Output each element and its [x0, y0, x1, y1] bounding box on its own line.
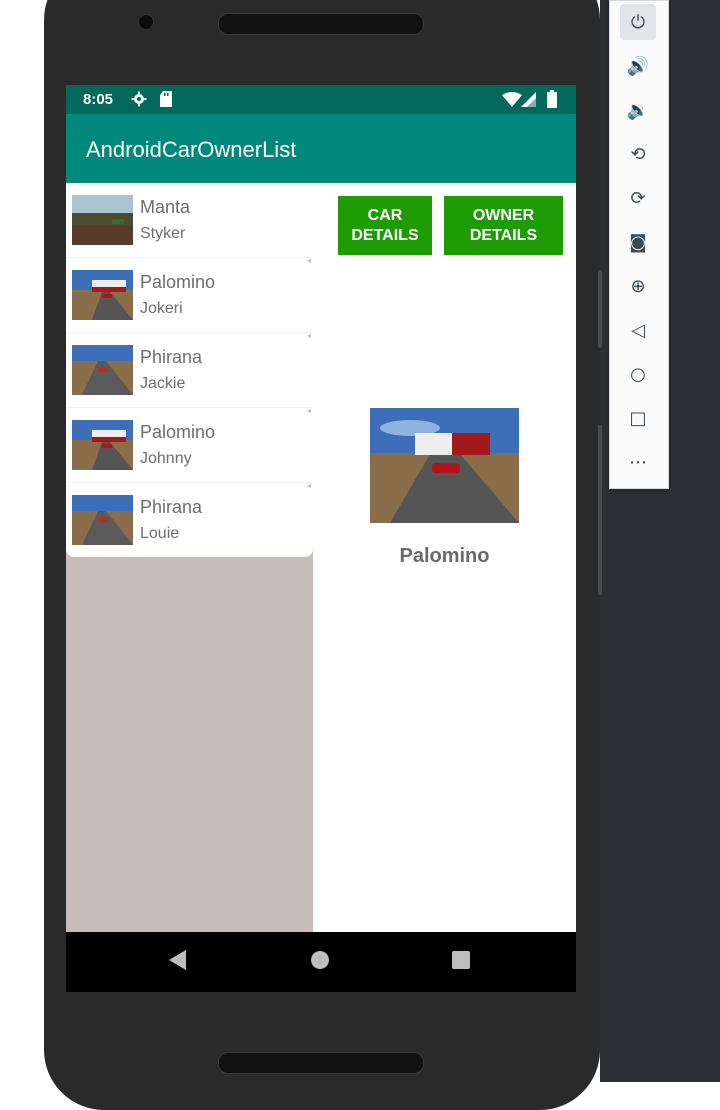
car-details-button[interactable]: CAR DETAILS	[338, 196, 432, 255]
detail-pane: CAR DETAILS OWNER DETAILS Palomino	[313, 183, 576, 932]
app-bar: AndroidCarOwnerList	[66, 114, 576, 183]
owner-name: Johnny	[140, 450, 192, 467]
status-bar: 8:05	[66, 85, 576, 114]
divider-marker: ◂	[306, 406, 311, 415]
owner-name: Styker	[140, 225, 186, 242]
rotate-left-icon[interactable]: ⟲	[620, 136, 656, 172]
battery-icon	[547, 90, 557, 108]
car-name: Phirana	[140, 497, 203, 517]
phone-side-button	[598, 425, 602, 595]
owner-details-button[interactable]: OWNER DETAILS	[444, 196, 563, 255]
owner-name: Louie	[140, 525, 180, 542]
car-thumbnail	[72, 270, 133, 320]
list-item[interactable]: ◂ Phirana Louie	[66, 481, 313, 557]
nav-home-icon[interactable]	[311, 951, 329, 969]
car-list-pane: Manta Styker ◂ Palomino Jokeri ◂ Phirana…	[66, 183, 313, 932]
overview-icon[interactable]: □	[620, 400, 656, 436]
list-item[interactable]: ◂ Palomino Johnny	[66, 406, 313, 483]
divider-marker: ◂	[306, 331, 311, 340]
nav-back-icon[interactable]	[169, 950, 186, 970]
bottom-speaker	[218, 1052, 424, 1074]
list-item[interactable]: ◂ Palomino Jokeri	[66, 256, 313, 333]
status-time: 8:05	[83, 91, 114, 108]
home-icon[interactable]: ○	[620, 356, 656, 392]
detail-car-name: Palomino	[399, 545, 490, 567]
signal-icon	[521, 92, 536, 107]
car-name: Palomino	[140, 422, 216, 442]
device-screen: 8:05 AndroidCarOwnerList Manta Styker ◂ …	[66, 85, 576, 992]
app-title: AndroidCarOwnerList	[86, 137, 297, 162]
navigation-bar	[66, 932, 576, 992]
owner-name: Jokeri	[140, 300, 183, 317]
car-name: Palomino	[140, 272, 216, 292]
emulator-toolbar: ⏻ 🔊 🔉 ⟲ ⟳ ◙ ⊕ ◁ ○ □ ⋯	[609, 0, 669, 489]
car-name: Manta	[140, 197, 191, 217]
car-name: Phirana	[140, 347, 203, 367]
settings-icon	[131, 91, 147, 107]
nav-recents-icon[interactable]	[452, 951, 470, 969]
list-item[interactable]: ◂ Phirana Jackie	[66, 331, 313, 408]
list-item[interactable]: Manta Styker	[66, 183, 313, 258]
volume-up-icon[interactable]: 🔊	[620, 48, 656, 84]
car-thumbnail	[72, 195, 133, 245]
sd-card-icon	[160, 91, 172, 107]
phone-side-button	[598, 270, 602, 348]
divider-marker: ◂	[306, 256, 311, 265]
top-speaker	[218, 13, 424, 35]
car-detail-image	[370, 408, 519, 523]
car-thumbnail	[72, 495, 133, 545]
car-thumbnail	[72, 420, 133, 470]
back-icon[interactable]: ◁	[620, 312, 656, 348]
zoom-icon[interactable]: ⊕	[620, 268, 656, 304]
camera-icon[interactable]: ◙	[620, 224, 656, 260]
owner-name: Jackie	[140, 375, 186, 392]
car-owner-list[interactable]: Manta Styker ◂ Palomino Jokeri ◂ Phirana…	[66, 183, 313, 557]
front-camera	[138, 14, 154, 30]
car-thumbnail	[72, 345, 133, 395]
power-icon[interactable]: ⏻	[620, 4, 656, 40]
wifi-icon	[502, 92, 522, 107]
volume-down-icon[interactable]: 🔉	[620, 92, 656, 128]
rotate-right-icon[interactable]: ⟳	[620, 180, 656, 216]
more-icon[interactable]: ⋯	[620, 444, 656, 480]
divider-marker: ◂	[306, 481, 311, 490]
